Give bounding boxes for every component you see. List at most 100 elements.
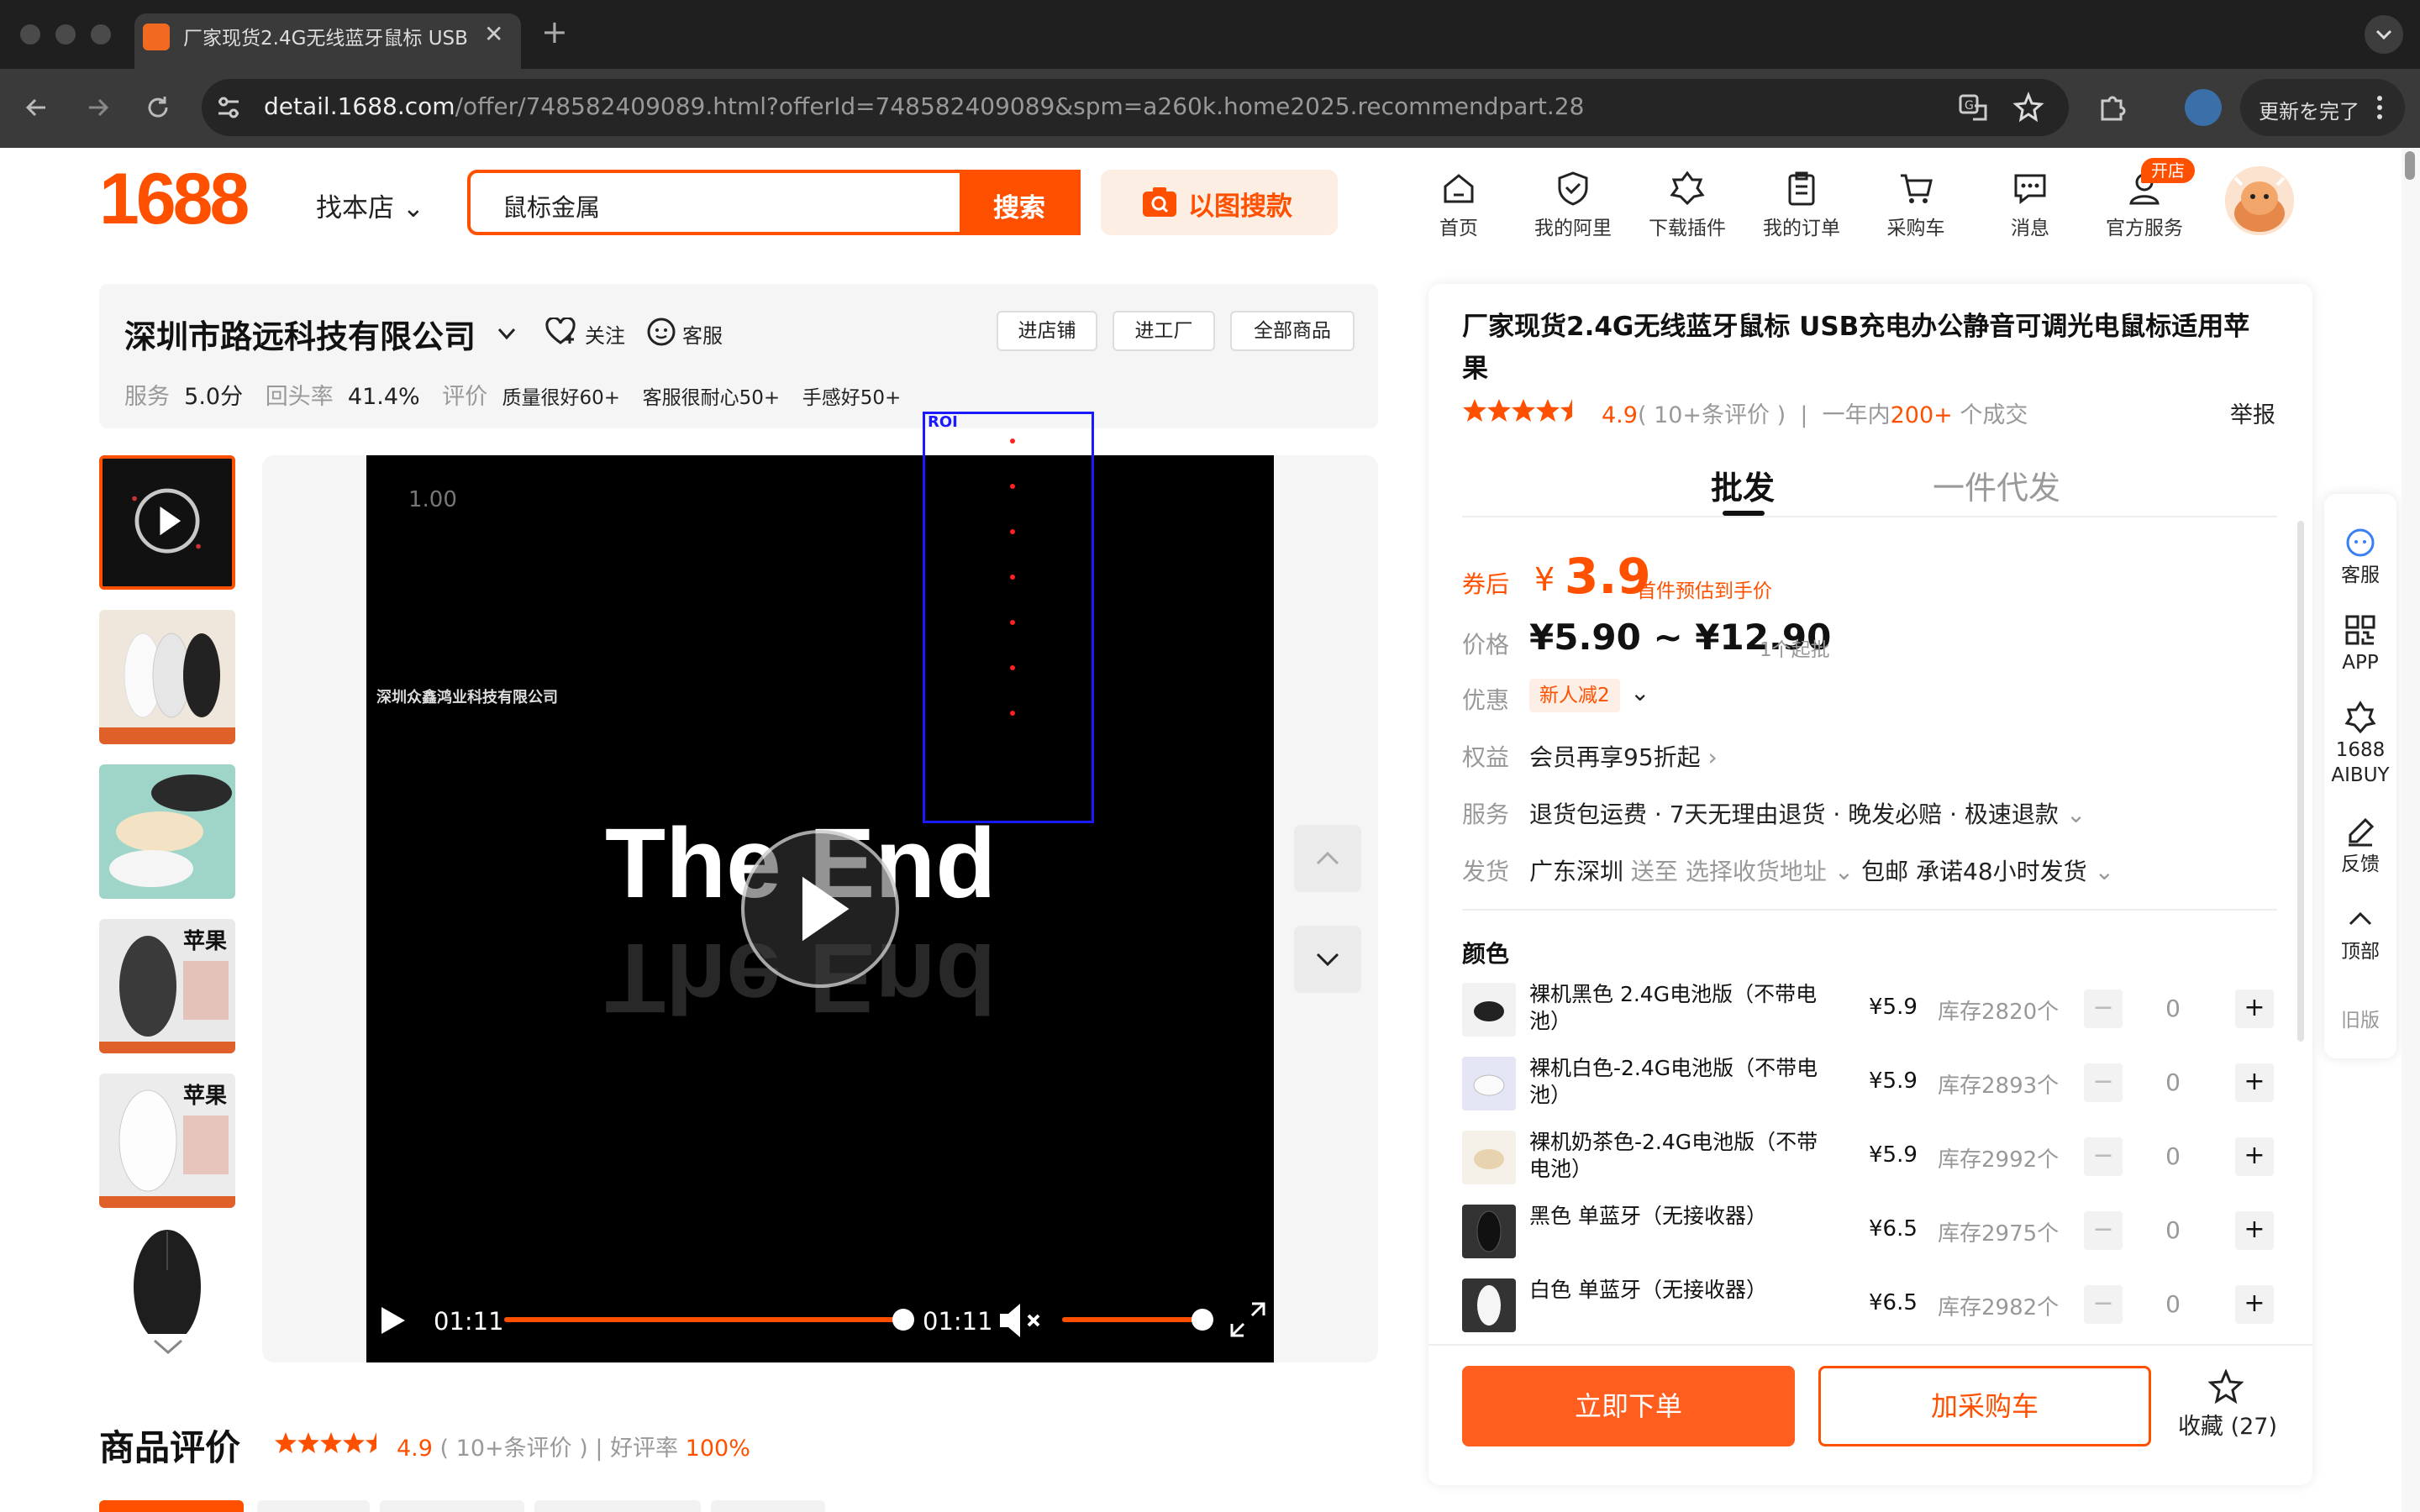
favorite-label[interactable]: 收藏 (27) [2178, 1408, 2277, 1441]
window-zoom-button[interactable] [91, 24, 111, 45]
follow-label[interactable]: 关注 [585, 319, 625, 349]
decrease-button[interactable]: − [2084, 1137, 2123, 1176]
sku-image[interactable] [1462, 1131, 1516, 1184]
all-products-button[interactable]: 全部商品 [1230, 311, 1355, 351]
seek-bar[interactable] [504, 1317, 904, 1322]
nav-cart[interactable]: 采购车 [1865, 165, 1966, 240]
url-text[interactable]: detail.1688.com/offer/748582409089.html?… [264, 92, 1584, 120]
quantity-value[interactable]: 0 [2156, 1216, 2190, 1244]
panel-scrollbar[interactable] [2297, 521, 2304, 1042]
decrease-button[interactable]: − [2084, 990, 2123, 1028]
review-tab-active[interactable] [99, 1500, 244, 1512]
window-minimize-button[interactable] [55, 24, 76, 45]
chevron-down-icon[interactable] [494, 321, 519, 346]
increase-button[interactable]: + [2235, 1211, 2274, 1250]
translate-icon[interactable]: G [1956, 91, 1990, 124]
sidebar-item-feedback[interactable]: 反馈 [2324, 815, 2396, 877]
increase-button[interactable]: + [2235, 1285, 2274, 1324]
volume-slider[interactable] [1062, 1317, 1202, 1322]
tab-wholesale[interactable]: 批发 [1711, 462, 1775, 508]
shop-name[interactable]: 深圳市路远科技有限公司 [124, 311, 476, 357]
increase-button[interactable]: + [2235, 990, 2274, 1028]
enter-factory-button[interactable]: 进工厂 [1113, 311, 1215, 351]
thumbnail-mouse-pastel[interactable] [99, 764, 235, 899]
site-logo[interactable]: 1688 [99, 158, 250, 241]
promo-tag[interactable]: 新人减2 [1529, 679, 1620, 712]
sku-image[interactable] [1462, 1205, 1516, 1258]
thumbnail-video-cover[interactable] [99, 455, 235, 590]
review-tab[interactable] [711, 1500, 825, 1512]
decrease-button[interactable]: − [2084, 1285, 2123, 1324]
report-link[interactable]: 举报 [2230, 396, 2275, 429]
nav-my-alibaba[interactable]: 我的阿里 [1523, 165, 1623, 240]
add-to-cart-button[interactable]: 加采购车 [1818, 1366, 2151, 1446]
increase-button[interactable]: + [2235, 1137, 2274, 1176]
forward-icon[interactable] [79, 89, 116, 126]
fullscreen-icon[interactable] [1228, 1300, 1267, 1339]
sku-image[interactable] [1462, 1278, 1516, 1332]
review-tab[interactable] [380, 1500, 524, 1512]
volume-handle[interactable] [1192, 1309, 1213, 1331]
heart-plus-icon[interactable] [544, 318, 576, 346]
back-icon[interactable] [18, 89, 55, 126]
nav-my-orders[interactable]: 我的订单 [1751, 165, 1852, 240]
bookmark-star-icon[interactable] [2012, 91, 2045, 124]
review-tab[interactable] [534, 1500, 701, 1512]
play-overlay-button[interactable] [741, 830, 899, 988]
product-rating[interactable]: 4.9( 10+条评价 ) | 一年内200+ 个成交 [1602, 396, 2028, 429]
service-value[interactable]: 退货包运费 · 7天无理由退货 · 晚发必赔 · 极速退款 ⌄ [1529, 796, 2086, 830]
quantity-value[interactable]: 0 [2156, 1142, 2190, 1170]
sku-image[interactable] [1462, 983, 1516, 1037]
site-settings-icon[interactable] [212, 91, 245, 124]
quantity-value[interactable]: 0 [2156, 995, 2190, 1022]
extensions-icon[interactable] [2096, 91, 2129, 124]
ship-to-select[interactable]: 选择收货地址 [1686, 858, 1827, 885]
review-tag[interactable]: 手感好50+ [802, 387, 902, 409]
page-scrollbar-thumb[interactable] [2405, 151, 2415, 180]
enter-shop-button[interactable]: 进店铺 [997, 311, 1097, 351]
star-icon[interactable] [2208, 1369, 2244, 1404]
avatar[interactable] [2225, 166, 2294, 235]
thumbnail-mouse-black-top[interactable] [99, 1228, 235, 1334]
ship-value[interactable]: 广东深圳 送至 选择收货地址 ⌄ 包邮 承诺48小时发货 ⌄ [1529, 853, 2114, 887]
sidebar-item-top[interactable]: 顶部 [2324, 902, 2396, 964]
sku-image[interactable] [1462, 1057, 1516, 1110]
chevron-down-icon[interactable]: ⌄ [1630, 679, 1649, 706]
tab-close-icon[interactable]: ✕ [484, 20, 503, 48]
review-tag[interactable]: 质量很好60+ [502, 387, 620, 409]
open-shop-badge[interactable]: 开店 [2141, 158, 2195, 183]
browser-menu-icon[interactable] [2371, 91, 2388, 124]
page-scrollbar[interactable] [2402, 148, 2420, 1512]
quantity-value[interactable]: 0 [2156, 1068, 2190, 1096]
find-shop-dropdown[interactable]: 找本店 ⌄ [316, 186, 424, 224]
nav-messages[interactable]: 消息 [1980, 165, 2081, 240]
sidebar-item-app[interactable]: APP [2324, 613, 2396, 675]
sidebar-item-old-version[interactable]: 旧版 [2324, 1005, 2396, 1033]
customer-service-icon[interactable] [645, 316, 677, 348]
ship-promise[interactable]: 承诺48小时发货 [1916, 858, 2087, 885]
thumbnail-mouse-white-black[interactable] [99, 610, 235, 744]
sidebar-item-customer-service[interactable]: 客服 [2324, 526, 2396, 588]
thumbnail-mouse-apple-black[interactable]: 苹果 [99, 919, 235, 1053]
buy-now-button[interactable]: 立即下单 [1462, 1366, 1795, 1446]
tab-search-button[interactable] [2365, 15, 2403, 54]
decrease-button[interactable]: − [2084, 1063, 2123, 1102]
nav-download-plugin[interactable]: 下载插件 [1637, 165, 1738, 240]
mute-icon[interactable] [998, 1302, 1045, 1339]
benefit-value[interactable]: 会员再享95折起 › [1529, 739, 1718, 773]
decrease-button[interactable]: − [2084, 1211, 2123, 1250]
play-icon[interactable] [375, 1304, 408, 1337]
review-tag[interactable]: 客服很耐心50+ [643, 387, 781, 409]
gallery-down-button[interactable] [1294, 926, 1361, 993]
chevron-down-icon[interactable] [150, 1336, 187, 1357]
seek-handle[interactable] [892, 1309, 914, 1331]
nav-home[interactable]: 首页 [1408, 165, 1509, 240]
quantity-value[interactable]: 0 [2156, 1290, 2190, 1318]
thumbnail-mouse-apple-white[interactable]: 苹果 [99, 1074, 235, 1208]
window-close-button[interactable] [20, 24, 40, 45]
reload-icon[interactable] [139, 89, 176, 126]
new-tab-icon[interactable]: + [541, 13, 568, 50]
gallery-up-button[interactable] [1294, 825, 1361, 892]
customer-service-label[interactable]: 客服 [682, 319, 723, 349]
tab-dropship[interactable]: 一件代发 [1933, 462, 2060, 508]
